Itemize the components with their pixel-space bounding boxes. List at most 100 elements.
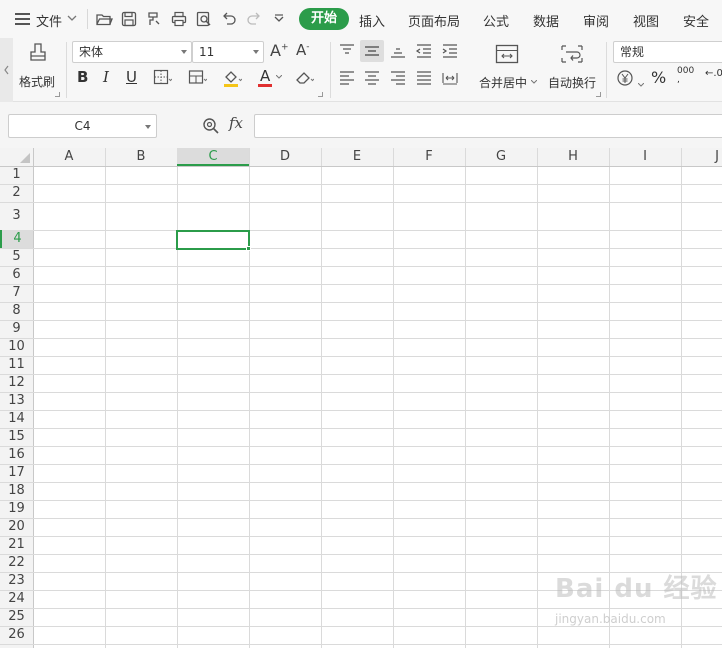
row-header-6[interactable]: 6 [0,266,33,284]
shrink-font-button[interactable]: A- [296,41,314,61]
row-header-20[interactable]: 20 [0,518,33,536]
column-header-d[interactable]: D [249,148,321,166]
currency-icon[interactable] [616,68,636,88]
row-header-11[interactable]: 11 [0,356,33,374]
font-color-swatch [258,84,272,87]
selected-cell[interactable] [176,230,250,250]
align-left-icon[interactable] [337,68,357,88]
dialog-launcher[interactable] [55,92,60,97]
row-header-13[interactable]: 13 [0,392,33,410]
row-header-1[interactable]: 1 [0,166,33,184]
fill-handle[interactable] [246,246,251,251]
row-header-9[interactable]: 9 [0,320,33,338]
justify-icon[interactable] [414,68,434,88]
redo-icon[interactable] [245,10,263,28]
main-menu-icon[interactable] [15,13,30,25]
merge-center-button[interactable]: 合并居中 [474,42,540,96]
separator [66,42,67,98]
font-size-select[interactable]: 11 [192,41,264,63]
number-format-select[interactable]: 常规 [613,41,722,63]
thousands-separator-button[interactable]: 000, [677,67,694,85]
dialog-launcher[interactable] [318,92,323,97]
row-header-4[interactable]: 4 [0,230,33,248]
grow-font-button[interactable]: A+ [270,41,289,61]
tab-formulas[interactable]: 公式 [483,11,509,30]
fill-color-icon[interactable] [222,68,242,88]
row-header-14[interactable]: 14 [0,410,33,428]
open-folder-icon[interactable] [95,10,113,28]
row-header-25[interactable]: 25 [0,608,33,626]
customize-toolbar-icon[interactable] [270,10,288,28]
column-header-c[interactable]: C [177,148,249,166]
tab-page-layout[interactable]: 页面布局 [408,11,460,30]
tab-insert[interactable]: 插入 [359,11,385,30]
column-header-b[interactable]: B [105,148,177,166]
percent-button[interactable]: % [651,68,666,87]
column-header-h[interactable]: H [537,148,609,166]
increase-decimal-button[interactable]: ←.0 [705,68,722,79]
tab-home[interactable]: 开始 [299,8,350,30]
name-box[interactable]: C4 [8,114,157,138]
borders-icon[interactable] [152,68,172,88]
row-header-22[interactable]: 22 [0,554,33,572]
align-center-icon[interactable] [362,68,382,88]
row-header-18[interactable]: 18 [0,482,33,500]
watermark-logo: Bai du 经验 [555,574,718,604]
increase-indent-icon[interactable] [440,41,460,61]
save-icon[interactable] [120,10,138,28]
tab-data[interactable]: 数据 [533,11,559,30]
column-header-f[interactable]: F [393,148,465,166]
tab-view[interactable]: 视图 [633,11,659,30]
file-menu[interactable]: 文件 [36,11,62,30]
align-right-icon[interactable] [388,68,408,88]
column-header-i[interactable]: I [609,148,681,166]
insert-function-button[interactable]: fx [229,114,243,132]
row-header-19[interactable]: 19 [0,500,33,518]
align-top-icon[interactable] [337,41,357,61]
row-header-17[interactable]: 17 [0,464,33,482]
row-header-26[interactable]: 26 [0,626,33,644]
fill-pattern-icon[interactable] [187,68,207,88]
clear-eraser-icon[interactable] [294,68,314,88]
row-header-3[interactable]: 3 [0,202,33,230]
row-header-10[interactable]: 10 [0,338,33,356]
chevron-down-icon[interactable] [66,12,78,24]
row-header-8[interactable]: 8 [0,302,33,320]
font-color-button[interactable]: A [258,67,284,89]
row-header-5[interactable]: 5 [0,248,33,266]
formula-input[interactable] [254,114,722,138]
decrease-indent-icon[interactable] [414,41,434,61]
distributed-align-icon[interactable] [440,68,460,88]
row-header-23[interactable]: 23 [0,572,33,590]
row-header-21[interactable]: 21 [0,536,33,554]
column-header-a[interactable]: A [33,148,105,166]
row-header-2[interactable]: 2 [0,184,33,202]
row-header-24[interactable]: 24 [0,590,33,608]
tab-review[interactable]: 审阅 [583,11,609,30]
tab-security[interactable]: 安全 [683,11,709,30]
ribbon-collapse-handle[interactable] [0,38,13,102]
dialog-launcher[interactable] [596,92,601,97]
format-painter-quick-icon[interactable] [145,10,163,28]
wrap-text-button[interactable]: 自动换行 [544,42,600,96]
italic-button[interactable]: I [103,68,109,86]
align-middle-button[interactable] [360,40,384,62]
bold-button[interactable]: B [77,68,88,86]
print-preview-icon[interactable] [195,10,213,28]
undo-icon[interactable] [220,10,238,28]
row-header-15[interactable]: 15 [0,428,33,446]
row-header-7[interactable]: 7 [0,284,33,302]
format-painter-button[interactable]: 格式刷 [16,42,60,96]
row-header-16[interactable]: 16 [0,446,33,464]
watermark-url: jingyan.baidu.com [555,612,666,626]
column-header-e[interactable]: E [321,148,393,166]
print-icon[interactable] [170,10,188,28]
underline-button[interactable]: U [126,68,137,86]
align-bottom-icon[interactable] [388,41,408,61]
chevron-down-icon[interactable] [638,83,644,87]
column-header-g[interactable]: G [465,148,537,166]
zoom-lookup-icon[interactable] [202,117,220,135]
font-name-select[interactable]: 宋体 [72,41,192,63]
column-header-j[interactable]: J [681,148,722,166]
row-header-12[interactable]: 12 [0,374,33,392]
